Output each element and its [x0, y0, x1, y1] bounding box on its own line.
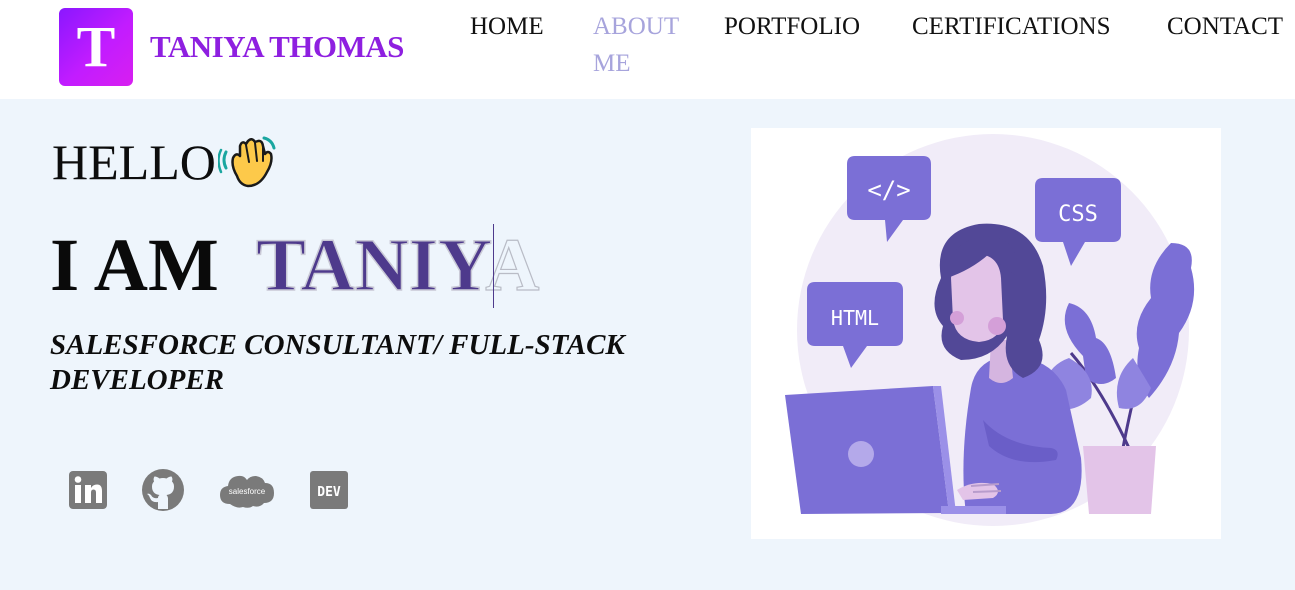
salesforce-icon: salesforce — [220, 475, 274, 508]
dev-icon-label: DEV — [317, 485, 341, 500]
html-bubble-label: HTML — [831, 306, 879, 330]
nav-about-me[interactable]: ABOUT ME — [593, 8, 689, 82]
hero-typed-name: TANIYA — [255, 223, 540, 308]
salesforce-icon-label: salesforce — [229, 487, 266, 496]
waving-hand-icon — [217, 132, 278, 203]
code-bubble-label: </> — [867, 176, 910, 204]
nav-certifications[interactable]: CERTIFICATIONS — [912, 8, 1111, 45]
logo-icon[interactable]: T — [59, 8, 133, 86]
greeting-text: HELLO — [52, 134, 216, 190]
hero-intro: I AM — [50, 224, 219, 307]
github-link[interactable] — [140, 468, 186, 512]
typing-caret — [493, 224, 494, 308]
nav-portfolio[interactable]: PORTFOLIO — [724, 8, 860, 45]
nav-home[interactable]: HOME — [470, 8, 544, 45]
developer-illustration: </> CSS HTML — [751, 128, 1221, 539]
hero-greeting: HELLO — [52, 134, 278, 203]
salesforce-link[interactable]: salesforce — [218, 468, 276, 512]
dev-link[interactable]: DEV — [308, 468, 350, 512]
typed-name-visible: TANIY — [255, 223, 486, 308]
linkedin-icon — [69, 471, 107, 509]
site-header: T TANIYA THOMAS HOME ABOUT ME PORTFOLIO … — [0, 0, 1295, 99]
css-bubble-label: CSS — [1058, 202, 1098, 227]
github-icon — [142, 469, 184, 511]
site-brand-name[interactable]: TANIYA THOMAS — [150, 29, 404, 65]
nav-contact[interactable]: CONTACT — [1167, 8, 1283, 45]
hero-role: SALESFORCE CONSULTANT/ FULL-STACK DEVELO… — [50, 329, 625, 396]
dev-icon: DEV — [310, 471, 348, 509]
linkedin-link[interactable] — [66, 468, 110, 512]
